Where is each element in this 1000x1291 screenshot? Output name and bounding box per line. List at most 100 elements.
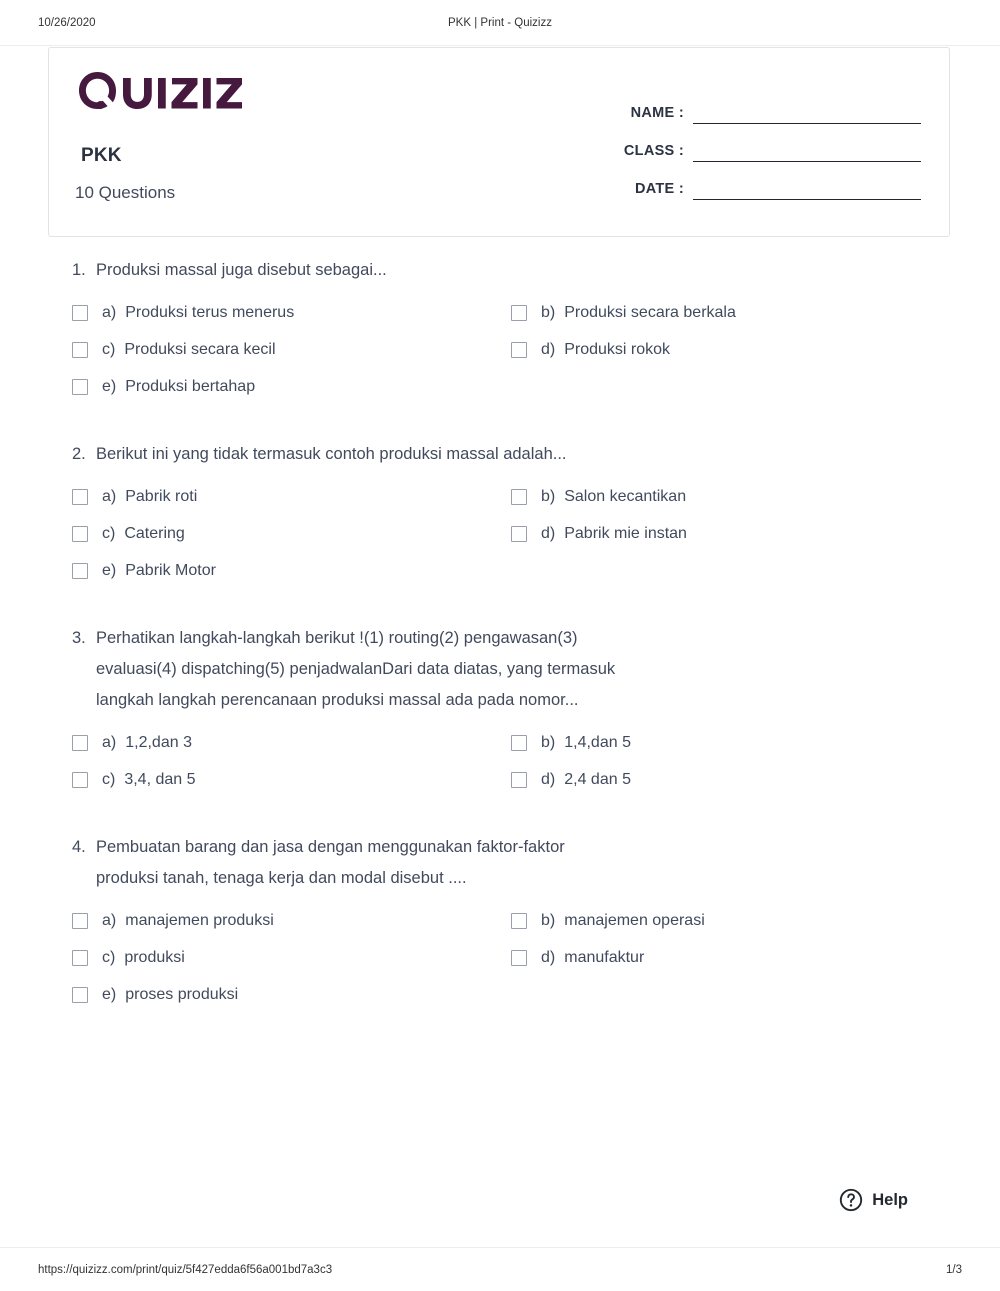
option-letter: b) bbox=[541, 733, 556, 751]
option-item[interactable]: c) produksi bbox=[72, 939, 511, 976]
print-source-url: https://quizizz.com/print/quiz/5f427edda… bbox=[38, 1263, 333, 1276]
option-item[interactable]: d) Produksi rokok bbox=[511, 331, 950, 368]
option-letter: e) bbox=[102, 561, 117, 579]
option-item[interactable]: b) 1,4,dan 5 bbox=[511, 724, 950, 761]
option-checkbox[interactable] bbox=[72, 525, 88, 542]
print-header-bar: 10/26/2020 PKK | Print - Quizizz bbox=[0, 0, 1000, 46]
option-text: Salon kecantikan bbox=[564, 487, 687, 505]
option-item[interactable]: c) Produksi secara kecil bbox=[72, 331, 511, 368]
question-text: Produksi massal juga disebut sebagai... bbox=[96, 261, 387, 279]
option-checkbox[interactable] bbox=[72, 562, 88, 579]
print-page-number: 1/3 bbox=[946, 1263, 962, 1276]
option-letter: c) bbox=[102, 948, 116, 966]
option-text: manajemen operasi bbox=[564, 911, 705, 929]
question-mark-circle-icon bbox=[839, 1188, 863, 1212]
option-letter: d) bbox=[541, 770, 556, 788]
option-letter: b) bbox=[541, 487, 556, 505]
option-text: Produksi secara berkala bbox=[564, 303, 736, 321]
class-field-row: CLASS : bbox=[621, 124, 921, 162]
option-checkbox[interactable] bbox=[72, 949, 88, 966]
option-letter: b) bbox=[541, 303, 556, 321]
option-item[interactable]: c) Catering bbox=[72, 515, 511, 552]
option-letter: d) bbox=[541, 340, 556, 358]
option-item[interactable]: a) Pabrik roti bbox=[72, 478, 511, 515]
option-letter: c) bbox=[102, 340, 116, 358]
question-text: Perhatikan langkah-langkah berikut !(1) … bbox=[96, 629, 616, 709]
option-checkbox[interactable] bbox=[511, 488, 527, 505]
option-letter: a) bbox=[102, 303, 117, 321]
option-item[interactable]: a) manajemen produksi bbox=[72, 902, 511, 939]
option-letter: b) bbox=[541, 911, 556, 929]
option-item[interactable]: b) Produksi secara berkala bbox=[511, 294, 950, 331]
option-text: Produksi bertahap bbox=[125, 377, 256, 395]
option-item[interactable]: d) Pabrik mie instan bbox=[511, 515, 950, 552]
option-letter: c) bbox=[102, 524, 116, 542]
option-checkbox[interactable] bbox=[72, 734, 88, 751]
option-item[interactable]: b) Salon kecantikan bbox=[511, 478, 950, 515]
date-field-label: DATE : bbox=[634, 181, 684, 197]
option-item[interactable]: a) 1,2,dan 3 bbox=[72, 724, 511, 761]
option-text: proses produksi bbox=[125, 985, 239, 1003]
option-checkbox[interactable] bbox=[72, 341, 88, 358]
option-item[interactable]: b) manajemen operasi bbox=[511, 902, 950, 939]
option-checkbox[interactable] bbox=[511, 304, 527, 321]
option-checkbox[interactable] bbox=[511, 912, 527, 929]
class-field-input[interactable] bbox=[693, 139, 921, 162]
help-button[interactable]: Help bbox=[839, 1188, 908, 1212]
option-list: a) manajemen produksi b) manajemen operasi c… bbox=[48, 902, 950, 1013]
question-number: 4. bbox=[72, 838, 86, 856]
question-header: 2. Berikut ini yang tidak termasuk contoh… bbox=[48, 439, 950, 470]
option-text: Produksi terus menerus bbox=[125, 303, 295, 321]
option-checkbox[interactable] bbox=[511, 341, 527, 358]
option-text: Pabrik mie instan bbox=[564, 524, 687, 542]
option-checkbox[interactable] bbox=[511, 949, 527, 966]
option-text: Pabrik roti bbox=[125, 487, 198, 505]
option-text: 1,4,dan 5 bbox=[564, 733, 631, 751]
quiz-title: PKK bbox=[81, 145, 122, 166]
option-checkbox[interactable] bbox=[72, 986, 88, 1003]
option-checkbox[interactable] bbox=[72, 912, 88, 929]
option-checkbox[interactable] bbox=[72, 378, 88, 395]
question-header: 1. Produksi massal juga disebut sebagai..… bbox=[48, 255, 950, 286]
option-item[interactable]: d) manufaktur bbox=[511, 939, 950, 976]
class-field-label: CLASS : bbox=[623, 143, 684, 159]
question-item: 4. Pembuatan barang dan jasa dengan mengg… bbox=[48, 832, 950, 1013]
option-checkbox[interactable] bbox=[72, 304, 88, 321]
option-item[interactable]: e) Pabrik Motor bbox=[72, 552, 511, 589]
option-letter: a) bbox=[102, 487, 117, 505]
option-list: a) Pabrik roti b) Salon kecantikan c) Caterin… bbox=[48, 478, 950, 589]
option-item[interactable]: e) Produksi bertahap bbox=[72, 368, 511, 405]
option-checkbox[interactable] bbox=[72, 771, 88, 788]
help-button-label: Help bbox=[872, 1190, 908, 1209]
question-item: 2. Berikut ini yang tidak termasuk contoh… bbox=[48, 439, 950, 589]
name-field-label: NAME : bbox=[630, 105, 684, 121]
print-date: 10/26/2020 bbox=[38, 16, 96, 29]
option-checkbox[interactable] bbox=[511, 734, 527, 751]
option-item[interactable]: a) Produksi terus menerus bbox=[72, 294, 511, 331]
option-letter: e) bbox=[102, 985, 117, 1003]
print-footer-bar: https://quizizz.com/print/quiz/5f427edda… bbox=[0, 1247, 1000, 1291]
question-text: Berikut ini yang tidak termasuk contoh p… bbox=[96, 445, 567, 463]
option-checkbox[interactable] bbox=[511, 525, 527, 542]
option-text: 3,4, dan 5 bbox=[124, 770, 196, 788]
question-header: 3. Perhatikan langkah-langkah berikut !(1… bbox=[48, 623, 950, 716]
option-checkbox[interactable] bbox=[511, 771, 527, 788]
option-letter: a) bbox=[102, 911, 117, 929]
option-item[interactable]: c) 3,4, dan 5 bbox=[72, 761, 511, 798]
option-item[interactable]: e) proses produksi bbox=[72, 976, 511, 1013]
option-text: Produksi secara kecil bbox=[124, 340, 276, 358]
option-letter: d) bbox=[541, 948, 556, 966]
date-field-input[interactable] bbox=[693, 177, 921, 200]
option-text: Produksi rokok bbox=[564, 340, 671, 358]
option-text: manajemen produksi bbox=[125, 911, 274, 929]
option-text: 2,4 dan 5 bbox=[564, 770, 631, 788]
quiz-header-card: PKK 10 Questions NAME : CLASS : DATE : bbox=[48, 47, 950, 237]
question-text: Pembuatan barang dan jasa dengan menggun… bbox=[96, 838, 565, 887]
question-item: 3. Perhatikan langkah-langkah berikut !(1… bbox=[48, 623, 950, 798]
option-checkbox[interactable] bbox=[72, 488, 88, 505]
name-field-input[interactable] bbox=[693, 101, 921, 124]
option-letter: d) bbox=[541, 524, 556, 542]
quiz-question-count: 10 Questions bbox=[75, 183, 176, 202]
option-list: a) 1,2,dan 3 b) 1,4,dan 5 c) 3,4, dan 5 d) 2,4 … bbox=[48, 724, 950, 798]
option-item[interactable]: d) 2,4 dan 5 bbox=[511, 761, 950, 798]
